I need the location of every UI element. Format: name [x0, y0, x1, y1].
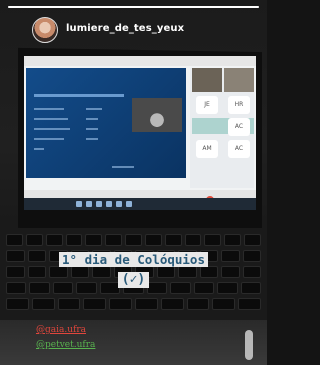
slide-text-line	[34, 108, 64, 110]
caption-line-2: (✓)	[117, 272, 150, 288]
participant-tile: HR	[228, 96, 250, 114]
instagram-story[interactable]: lumiere_de_tes_yeux JE HR AC AM AC 1° di…	[0, 0, 267, 365]
taskbar-app-icon	[106, 201, 112, 207]
cable	[245, 330, 253, 360]
username[interactable]: lumiere_de_tes_yeux	[66, 23, 184, 34]
presentation-slide	[26, 68, 186, 178]
taskbar-app-icon	[96, 201, 102, 207]
story-caption: 1° dia de Colóquios (✓)	[0, 249, 267, 288]
story-progress-bar	[8, 6, 259, 8]
caption-line-1: 1° dia de Colóquios	[59, 252, 208, 267]
speaker-video	[132, 98, 182, 132]
slide-text-line	[86, 138, 98, 140]
slide-text-line	[86, 108, 102, 110]
slide-title-line	[34, 94, 124, 97]
windows-taskbar	[24, 198, 256, 210]
slide-text-line	[86, 128, 98, 130]
mention-link[interactable]: @gaia.ufra	[36, 325, 86, 335]
participant-tile: AC	[228, 140, 250, 158]
meet-topbar	[24, 56, 256, 66]
slide-text-line	[34, 128, 70, 130]
taskbar-app-icon	[116, 201, 122, 207]
participant-video	[192, 68, 222, 92]
taskbar-app-icon	[86, 201, 92, 207]
participant-video	[224, 68, 254, 92]
taskbar-app-icon	[76, 201, 82, 207]
mention-link[interactable]: @petvet.ufra	[36, 340, 95, 350]
slide-text-line	[34, 118, 68, 120]
participant-tile: JE	[196, 96, 218, 114]
participant-tile: AC	[228, 118, 250, 136]
slide-text-line	[112, 166, 134, 168]
slide-text-line	[34, 138, 64, 140]
slide-text-line	[34, 148, 44, 150]
story-progress-fill	[8, 6, 259, 8]
laptop-screen: JE HR AC AM AC	[24, 56, 256, 210]
avatar[interactable]	[32, 17, 58, 43]
slide-text-line	[86, 118, 98, 120]
participant-tile: AM	[196, 140, 218, 158]
taskbar-app-icon	[126, 201, 132, 207]
